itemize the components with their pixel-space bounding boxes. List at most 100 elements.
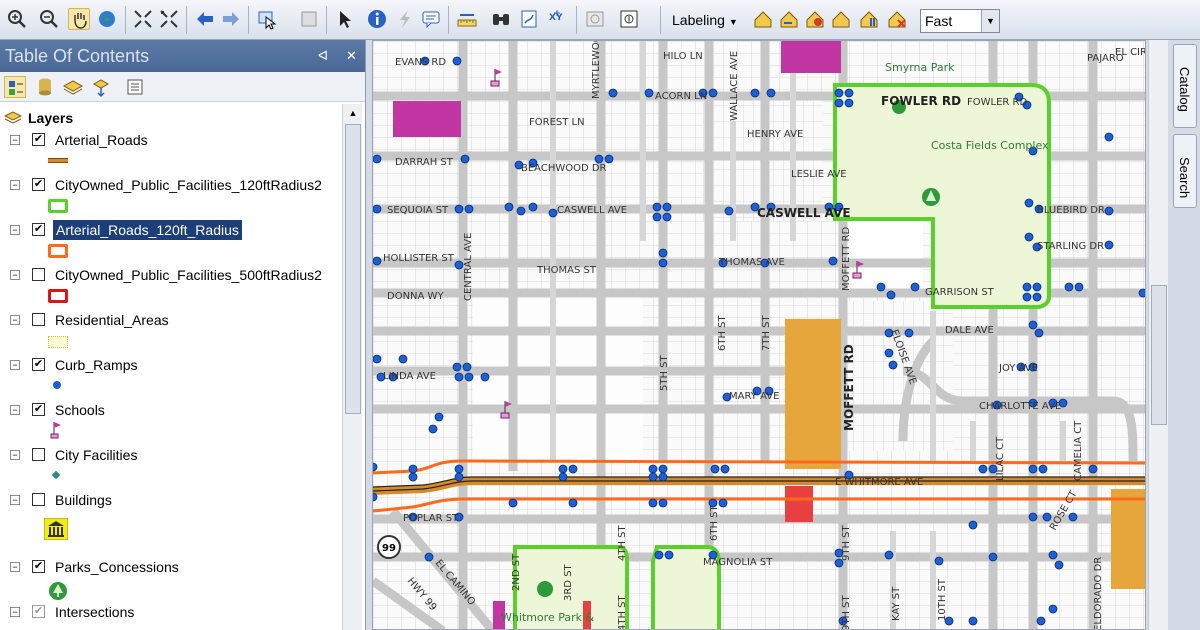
options-icon[interactable] — [124, 76, 146, 98]
zoom-in-icon[interactable] — [6, 8, 28, 30]
labeling-menu[interactable]: Labeling ▼ — [672, 10, 738, 30]
highway-shield-label: 99 — [382, 543, 396, 554]
toc-scrollbar[interactable]: ▲ — [342, 104, 362, 630]
collapse-icon[interactable]: − — [10, 562, 20, 572]
diamond-symbol — [51, 470, 61, 480]
globe-icon[interactable] — [96, 8, 118, 30]
layer-row-curb-ramps[interactable]: − ✔ Curb_Ramps — [0, 355, 340, 375]
pin-icon[interactable]: ᐊ — [318, 40, 328, 72]
svg-text:DALE AVE: DALE AVE — [945, 325, 994, 336]
list-by-drawing-order-icon[interactable] — [4, 76, 26, 98]
scroll-up-icon[interactable]: ▲ — [347, 108, 359, 120]
pan-icon[interactable] — [68, 8, 90, 30]
orange-outline-symbol — [48, 244, 68, 258]
layer-row-facilities-120ft[interactable]: − ✔ CityOwned_Public_Facilities_120ftRad… — [0, 175, 340, 195]
back-icon[interactable] — [194, 8, 216, 30]
zoom-out-icon[interactable] — [38, 8, 60, 30]
collapse-icon[interactable]: − — [10, 225, 20, 235]
side-dock-tabs: Catalog Search — [1170, 40, 1200, 630]
label-weight-icon[interactable] — [778, 8, 800, 30]
html-popup-icon[interactable] — [420, 8, 442, 30]
layer-checkbox[interactable]: ✔ — [32, 133, 45, 146]
yellow-dotted-symbol — [48, 336, 68, 348]
svg-text:CAMELIA CT: CAMELIA CT — [1073, 420, 1084, 481]
layer-checkbox[interactable]: ✔ — [32, 223, 45, 236]
list-by-selection-icon[interactable] — [90, 76, 112, 98]
collapse-icon[interactable]: − — [10, 360, 20, 370]
identify-icon[interactable] — [366, 8, 388, 30]
layer-checkbox[interactable]: ✔ — [32, 403, 45, 416]
scrollbar-thumb[interactable] — [345, 124, 361, 414]
layer-checkbox[interactable] — [32, 313, 45, 326]
park-label-smyrna: Smyrna Park — [885, 61, 955, 74]
chevron-down-icon: ▼ — [728, 17, 738, 27]
list-by-visibility-icon[interactable] — [62, 76, 84, 98]
view-unplaced-labels-icon[interactable] — [858, 8, 880, 30]
list-by-source-icon[interactable] — [34, 76, 56, 98]
layer-row-arterial-roads[interactable]: − ✔ Arterial_Roads — [0, 130, 340, 150]
svg-text:JOY AVE: JOY AVE — [998, 363, 1038, 374]
close-icon[interactable]: ✕ — [346, 40, 357, 72]
layer-row-city-facilities[interactable]: − City Facilities — [0, 445, 340, 465]
layer-checkbox[interactable] — [32, 268, 45, 281]
collapse-icon[interactable]: − — [10, 315, 20, 325]
search-tab[interactable]: Search — [1173, 134, 1197, 208]
svg-text:CENTRAL AVE: CENTRAL AVE — [463, 233, 474, 301]
layer-checkbox[interactable] — [32, 448, 45, 461]
svg-text:4TH ST: 4TH ST — [617, 524, 628, 561]
layer-row-schools[interactable]: − ✔ Schools — [0, 400, 340, 420]
select-features-icon[interactable] — [256, 8, 278, 30]
svg-text:CASWELL AVE: CASWELL AVE — [757, 206, 851, 220]
layer-checkbox[interactable]: ✔ — [32, 605, 45, 618]
svg-text:BEACHWOOD DR: BEACHWOOD DR — [521, 163, 607, 174]
svg-text:POPLAR ST: POPLAR ST — [403, 513, 459, 524]
layer-row-facilities-500ft[interactable]: − CityOwned_Public_Facilities_500ftRadiu… — [0, 265, 340, 285]
fixed-zoom-in-icon[interactable] — [132, 8, 154, 30]
forward-icon[interactable] — [220, 8, 242, 30]
pause-labeling-icon[interactable] — [830, 8, 852, 30]
map-view[interactable]: 99 EVANS RD MYRTLEWOOD DR HILO LN ACORN … — [372, 40, 1146, 630]
collapse-icon[interactable]: − — [10, 180, 20, 190]
chevron-down-icon[interactable]: ▼ — [981, 10, 999, 32]
time-slider-icon[interactable] — [584, 8, 606, 30]
map-canvas[interactable]: 99 EVANS RD MYRTLEWOOD DR HILO LN ACORN … — [373, 41, 1146, 630]
layer-name: CityOwned_Public_Facilities_500ftRadius2 — [55, 267, 322, 283]
layer-row-residential-areas[interactable]: − Residential_Areas — [0, 310, 340, 330]
label-manager-icon[interactable] — [752, 8, 774, 30]
layer-row-parks-concessions[interactable]: − ✔ Parks_Concessions — [0, 557, 340, 577]
label-speed-select[interactable]: Fast ▼ — [920, 9, 1000, 33]
fixed-zoom-out-icon[interactable] — [158, 8, 180, 30]
measure-icon[interactable] — [456, 8, 478, 30]
layer-checkbox[interactable]: ✔ — [32, 358, 45, 371]
go-to-xy-icon[interactable]: XY — [546, 8, 568, 30]
map-scrollbar[interactable] — [1148, 40, 1168, 630]
layer-checkbox[interactable] — [32, 493, 45, 506]
collapse-icon[interactable]: − — [10, 607, 20, 617]
scrollbar-thumb[interactable] — [1151, 285, 1167, 425]
collapse-icon[interactable]: − — [10, 270, 20, 280]
collapse-icon[interactable]: − — [10, 450, 20, 460]
collapse-icon[interactable]: − — [10, 405, 20, 415]
hyperlink-icon[interactable] — [394, 8, 416, 30]
layer-name-selected: Arterial_Roads_120ft_Radius — [53, 220, 242, 240]
svg-text:XY: XY — [549, 13, 563, 23]
layers-root[interactable]: Layers — [0, 108, 340, 128]
layer-row-intersections[interactable]: − ✔ Intersections — [0, 602, 340, 622]
clear-labels-icon[interactable] — [886, 8, 908, 30]
create-viewer-icon[interactable] — [618, 8, 640, 30]
find-icon[interactable] — [490, 8, 512, 30]
catalog-tab[interactable]: Catalog — [1173, 44, 1197, 128]
layer-row-buildings[interactable]: − Buildings — [0, 490, 340, 510]
clear-selection-icon[interactable] — [298, 8, 320, 30]
layer-checkbox[interactable]: ✔ — [32, 560, 45, 573]
collapse-icon[interactable]: − — [10, 135, 20, 145]
svg-text:HENRY AVE: HENRY AVE — [747, 129, 803, 140]
layer-checkbox[interactable]: ✔ — [32, 178, 45, 191]
find-route-icon[interactable] — [518, 8, 540, 30]
open-block — [473, 291, 643, 461]
collapse-icon[interactable]: − — [10, 495, 20, 505]
lock-labels-icon[interactable] — [804, 8, 826, 30]
select-elements-icon[interactable] — [334, 8, 356, 30]
layer-row-arterial-roads-120ft[interactable]: − ✔ Arterial_Roads_120ft_Radius — [0, 220, 340, 240]
svg-text:GARRISON ST: GARRISON ST — [925, 287, 995, 298]
